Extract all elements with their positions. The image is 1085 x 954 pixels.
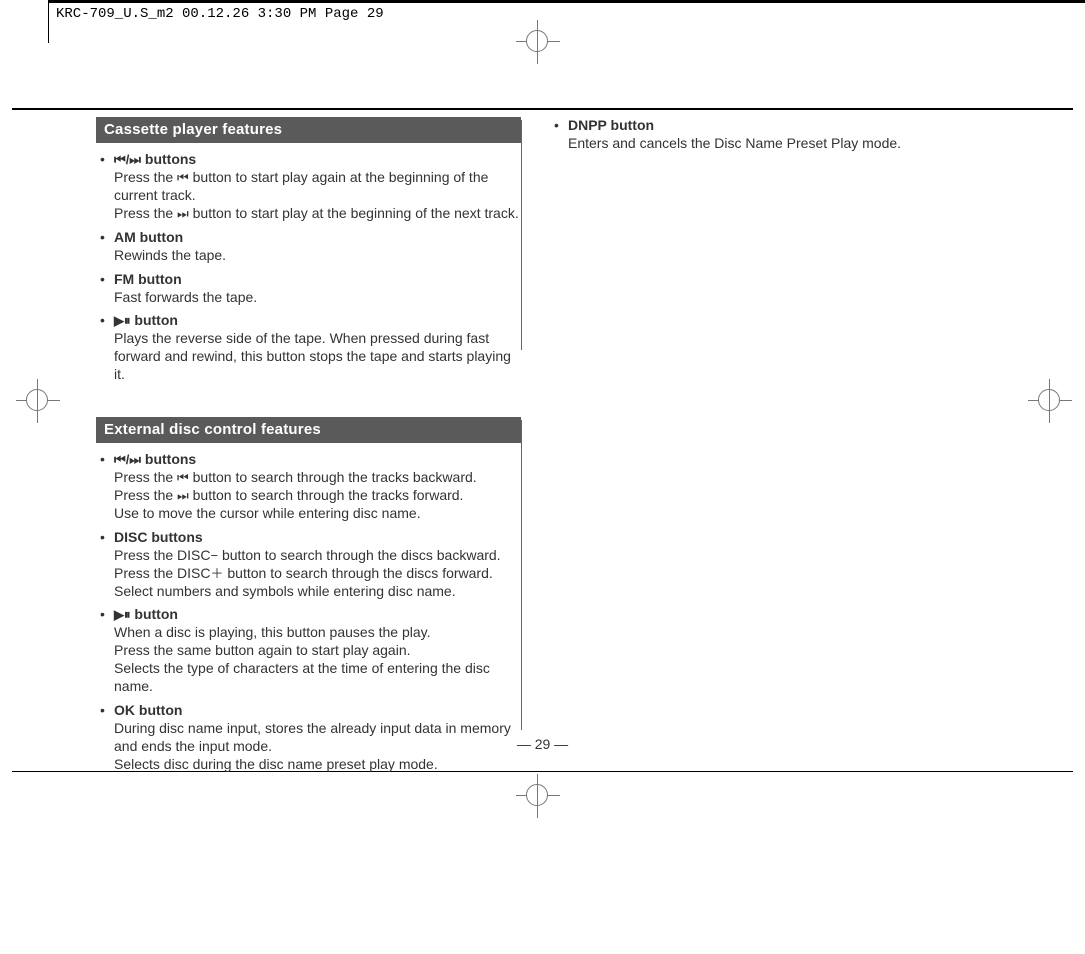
body-line: Selects the type of characters at the ti… [114,660,521,696]
column-divider-2 [521,420,522,730]
body-line: Press the DISC＋ button to search through… [114,565,521,583]
prev-icon: ⏮ [177,170,189,187]
page-number: — 29 — [0,736,1085,752]
registration-mark-top-icon [516,20,560,64]
cassette-skip-item: ⏮/⏭ buttons Press the ⏮ button to start … [96,151,521,223]
disc-skip-item: ⏮/⏭ buttons Press the ⏮ button to search… [96,451,521,523]
disc-discbtn-item: DISC buttons Press the DISC− button to s… [96,529,521,601]
body-line: Use to move the cursor while entering di… [114,505,521,523]
body-line: Select numbers and symbols while enterin… [114,583,521,601]
header-bar [48,0,1085,3]
body-line: Press the ⏮ button to start play again a… [114,169,521,205]
disc-discbtn-title: DISC buttons [114,529,203,545]
label-text: buttons [141,151,196,167]
body-line: Selects disc during the disc name preset… [114,756,521,774]
cassette-fm-title: FM button [114,271,182,287]
body-line: Press the ⏭ button to start play at the … [114,205,521,223]
disc-heading: External disc control features [96,417,521,443]
text: button to search through the tracks forw… [189,487,464,503]
text: button to search through the discs forwa… [224,565,493,581]
body-line: Press the ⏮ button to search through the… [114,469,521,487]
label-text: buttons [141,451,196,467]
prev-next-icon: ⏮/⏭ [114,452,141,469]
cassette-am-item: AM button Rewinds the tape. [96,229,521,265]
text: Press the [114,487,177,503]
disc-ok-title: OK button [114,702,182,718]
cassette-section: Cassette player features ⏮/⏭ buttons Pre… [96,117,521,390]
text: Press the DISC [114,547,210,563]
body-line: Press the same button again to start pla… [114,642,521,660]
label-text: button [131,606,178,622]
minus-icon: − [210,548,218,565]
dnpp-item: DNPP button Enters and cancels the Disc … [550,117,975,153]
horizontal-rule-top [12,108,1073,110]
disc-section: External disc control features ⏮/⏭ butto… [96,417,521,780]
cassette-am-title: AM button [114,229,183,245]
registration-mark-right-icon [1028,379,1072,423]
body-line: Press the ⏭ button to search through the… [114,487,521,505]
text: Press the [114,205,177,221]
disc-skip-title: ⏮/⏭ buttons [114,451,196,467]
text: Press the [114,469,177,485]
body-line: Enters and cancels the Disc Name Preset … [568,135,975,153]
body-line: Fast forwards the tape. [114,289,521,307]
dnpp-title: DNPP button [568,117,654,133]
text: Press the DISC [114,565,210,581]
play-pause-icon: ▶⏸ [114,313,131,330]
body-line: Rewinds the tape. [114,247,521,265]
registration-mark-bottom-icon [516,774,560,818]
text: button to search through the tracks back… [189,469,477,485]
header-tick [48,3,49,43]
cassette-play-title: ▶⏸ button [114,312,178,328]
plus-icon: ＋ [210,566,223,583]
play-pause-icon: ▶⏸ [114,607,131,624]
prev-next-icon: ⏮/⏭ [114,152,141,169]
text: button to search through the discs backw… [218,547,501,563]
column-divider-1 [521,120,522,350]
cassette-fm-item: FM button Fast forwards the tape. [96,271,521,307]
cassette-heading: Cassette player features [96,117,521,143]
cassette-play-item: ▶⏸ button Plays the reverse side of the … [96,312,521,384]
label-text: button [131,312,178,328]
next-icon: ⏭ [177,206,189,223]
prev-icon: ⏮ [177,470,189,487]
cassette-skip-title: ⏮/⏭ buttons [114,151,196,167]
right-column: DNPP button Enters and cancels the Disc … [550,117,975,159]
registration-mark-left-icon [16,379,60,423]
next-icon: ⏭ [177,488,189,505]
body-line: When a disc is playing, this button paus… [114,624,521,642]
text: button to start play at the beginning of… [189,205,519,221]
disc-play-item: ▶⏸ button When a disc is playing, this b… [96,606,521,696]
body-line: Plays the reverse side of the tape. When… [114,330,521,384]
document-meta: KRC-709_U.S_m2 00.12.26 3:30 PM Page 29 [56,6,384,22]
disc-play-title: ▶⏸ button [114,606,178,622]
text: Press the [114,169,177,185]
body-line: Press the DISC− button to search through… [114,547,521,565]
